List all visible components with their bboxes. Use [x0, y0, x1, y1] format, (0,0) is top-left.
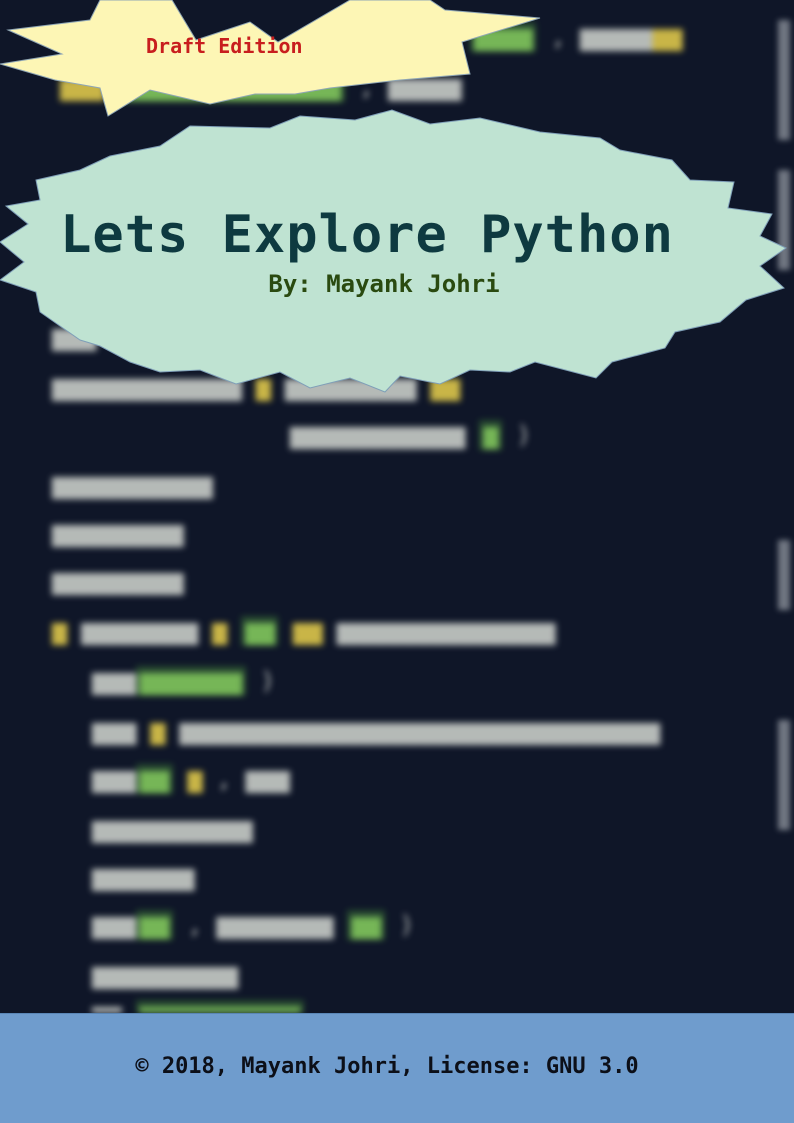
- book-cover: ▆▆▆▆ , ▆▆▆▆▆▆▆ ▆▆▆ ▆▆▆▆▆▆▆▆▆▆▆▆▆▆▆ , ▆▆▆…: [0, 0, 794, 1123]
- book-author: By: Mayank Johri: [268, 270, 500, 298]
- title-starburst-shape: [0, 109, 788, 393]
- book-title: Lets Explore Python: [60, 205, 674, 265]
- footer-band: © 2018, Mayank Johri, License: GNU 3.0: [0, 1013, 794, 1123]
- copyright-license: © 2018, Mayank Johri, License: GNU 3.0: [135, 1054, 639, 1079]
